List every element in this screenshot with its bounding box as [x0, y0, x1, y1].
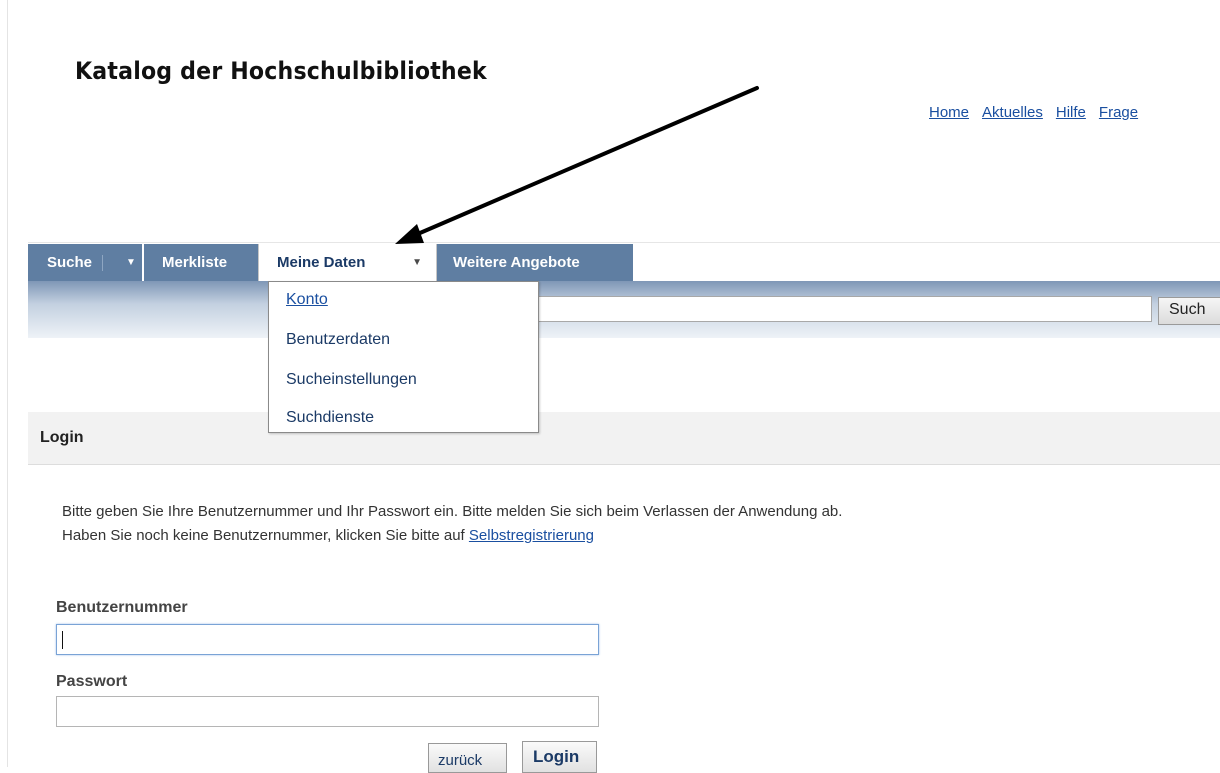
annotation-arrow [395, 86, 759, 244]
annotation-arrow-line [411, 86, 759, 238]
annotation-arrow-head [395, 224, 424, 244]
